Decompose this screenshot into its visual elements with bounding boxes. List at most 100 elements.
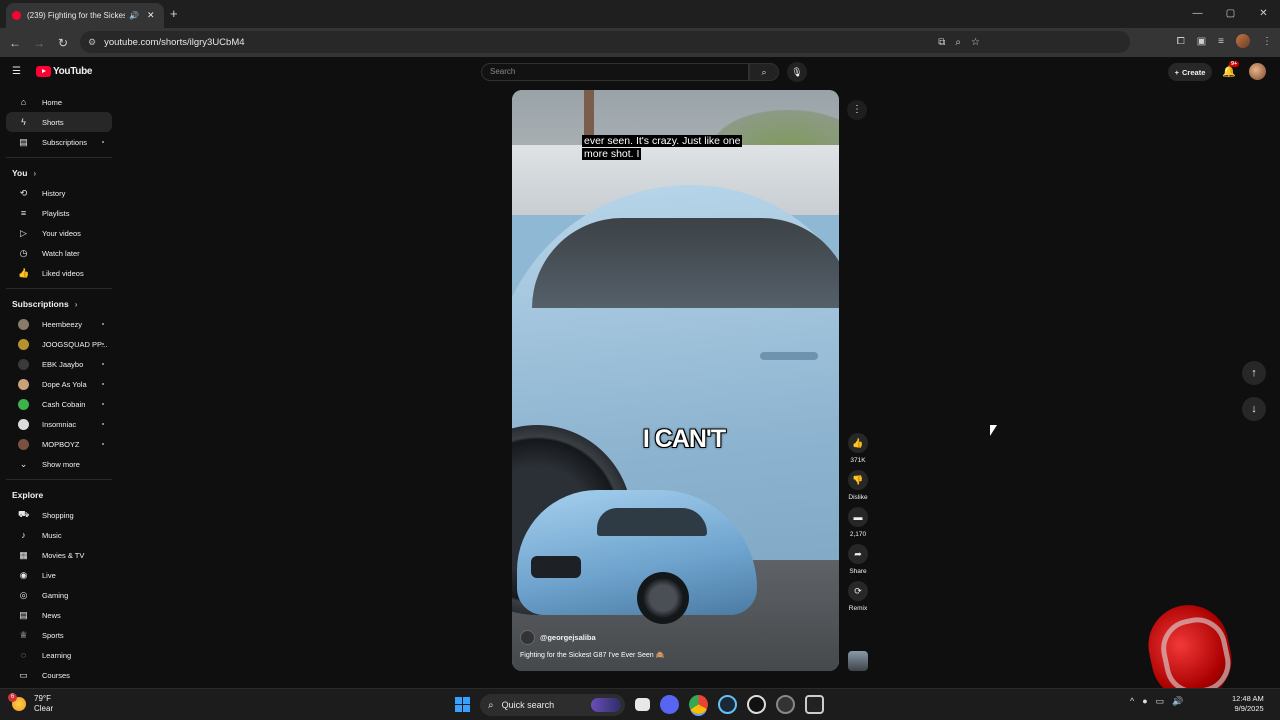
courses-icon: ▭ (19, 669, 28, 680)
menu-kebab-icon[interactable]: ⋮ (1262, 36, 1272, 47)
sidebar-item-subscriptions[interactable]: ▤ Subscriptions (6, 132, 112, 152)
omnibox-icons: ⧉ ⌕ ☆ (938, 31, 980, 53)
thumbs-down-icon[interactable]: 👎 (848, 470, 868, 490)
new-tab-button[interactable]: + (170, 6, 178, 21)
sidebar-item-label: Shopping (42, 510, 74, 520)
sidebar-sub-joogsquad[interactable]: JOOGSQUAD PP... (6, 334, 112, 354)
sidebar-sub-dope-as-yola[interactable]: Dope As Yola (6, 374, 112, 394)
new-content-dot (102, 443, 104, 445)
sidebar-item-history[interactable]: ⟲ History (6, 183, 112, 203)
zoom-icon[interactable]: ⌕ (955, 37, 961, 48)
browser-tab[interactable]: (239) Fighting for the Sickest G87 I've … (6, 3, 164, 28)
sidebar-sub-mopboyz[interactable]: MOPBOYZ (6, 434, 112, 454)
task-view-icon[interactable] (635, 698, 650, 711)
minimize-icon[interactable]: — (1181, 0, 1214, 28)
account-avatar[interactable] (1249, 63, 1266, 80)
share-arrow-icon[interactable]: ➦ (848, 544, 868, 564)
sidebar-item-shopping[interactable]: ⛟ Shopping (6, 505, 112, 525)
sidebar-item-news[interactable]: ▤ News (6, 605, 112, 625)
create-button[interactable]: + Create (1168, 63, 1212, 81)
sidebar-sub-insomniac[interactable]: Insomniac (6, 414, 112, 434)
maximize-icon[interactable]: ▢ (1214, 0, 1247, 28)
show-more-button[interactable]: ⌄ Show more (6, 454, 112, 474)
sidebar-item-shorts[interactable]: ϟ Shorts (6, 112, 112, 132)
chevron-down-icon: ⌄ (19, 458, 28, 469)
remix-action[interactable]: ⟳ Remix (842, 581, 874, 612)
previous-short-button[interactable]: ↑ (1242, 361, 1266, 385)
tray-app-icon[interactable]: ● (1142, 696, 1147, 707)
share-action[interactable]: ➦ Share (842, 544, 874, 575)
youtube-play-icon (36, 66, 51, 77)
sidebar-item-learning[interactable]: ◌ Learning (6, 645, 112, 665)
video-frame-car-window (532, 218, 839, 308)
sidebar-item-live[interactable]: ◉ Live (6, 565, 112, 585)
sidebar-item-gaming[interactable]: ◎ Gaming (6, 585, 112, 605)
short-title[interactable]: Fighting for the Sickest G87 I've Ever S… (520, 651, 664, 659)
side-panel-icon[interactable]: ▣ (1197, 36, 1206, 47)
sidebar-item-courses[interactable]: ▭ Courses (6, 665, 112, 685)
channel-link[interactable]: @georgejsaliba (520, 630, 596, 645)
speaker-icon[interactable]: 🔊 (129, 11, 139, 20)
chrome-icon[interactable] (689, 695, 708, 714)
obs-icon[interactable] (747, 695, 766, 714)
youtube-logo[interactable]: YouTube (36, 66, 93, 77)
sidebar-item-music[interactable]: ♪ Music (6, 525, 112, 545)
steam-icon[interactable] (718, 695, 737, 714)
sidebar-item-watch-later[interactable]: ◷ Watch later (6, 243, 112, 263)
reload-icon[interactable]: ↻ (51, 36, 75, 50)
media-controls-icon[interactable]: ≡ (1218, 36, 1224, 47)
comments-action[interactable]: ▬ 2,170 (842, 507, 874, 538)
close-tab-icon[interactable]: ✕ (147, 10, 155, 21)
sidebar-sub-heembeezy[interactable]: Heembeezy (6, 314, 112, 334)
chevron-up-icon[interactable]: ^ (1130, 696, 1134, 707)
close-window-icon[interactable]: ✕ (1247, 0, 1280, 28)
sidebar-sub-cash-cobain[interactable]: Cash Cobain (6, 394, 112, 414)
comment-icon[interactable]: ▬ (848, 507, 868, 527)
extensions-icon[interactable]: ⧠ (1177, 36, 1185, 47)
search-button[interactable]: ⌕ (749, 63, 779, 81)
sidebar-item-playlists[interactable]: ≡ Playlists (6, 203, 112, 223)
system-tray: ^ ● ▭ 🔊 (1130, 696, 1183, 707)
remix-icon[interactable]: ⟳ (848, 581, 868, 601)
sidebar-item-liked-videos[interactable]: 👍 Liked videos (6, 263, 112, 283)
weather-text: 79°F Clear (34, 694, 53, 714)
hamburger-menu-icon[interactable]: ☰ (12, 66, 21, 77)
back-icon[interactable]: ← (3, 36, 27, 50)
taskbar-search-label: Quick search (501, 700, 555, 710)
sidebar-item-sports[interactable]: ♕ Sports (6, 625, 112, 645)
search-input[interactable]: Search (481, 63, 749, 81)
sidebar-sub-ebk-jaaybo[interactable]: EBK Jaaybo (6, 354, 112, 374)
dislike-action[interactable]: 👎 Dislike (842, 470, 874, 501)
channel-avatar (18, 438, 29, 450)
install-app-icon[interactable]: ⧉ (938, 37, 945, 48)
weather-widget[interactable]: 6 79°F Clear (8, 693, 53, 714)
you-header[interactable]: You › (0, 163, 118, 183)
forward-icon[interactable]: → (27, 36, 51, 50)
video-frame-door-handle (760, 352, 818, 360)
shorts-player[interactable]: ever seen. It's crazy. Just like one mor… (512, 90, 839, 671)
notifications-button[interactable]: 🔔 9+ (1222, 61, 1240, 78)
like-action[interactable]: 👍 371K (842, 433, 874, 464)
sidebar-item-your-videos[interactable]: ▷ Your videos (6, 223, 112, 243)
network-icon[interactable]: ▭ (1156, 696, 1165, 707)
audio-source-thumbnail[interactable] (848, 651, 868, 671)
site-info-icon[interactable]: ⚙ (88, 37, 96, 48)
sidebar-item-movies-tv[interactable]: ▦ Movies & TV (6, 545, 112, 565)
thumbs-up-icon[interactable]: 👍 (848, 433, 868, 453)
next-short-button[interactable]: ↓ (1242, 397, 1266, 421)
taskbar-search[interactable]: ⌕ Quick search (480, 694, 625, 716)
taskbar-clock[interactable]: 12:48 AM 9/9/2025 (1232, 694, 1264, 714)
profile-avatar[interactable] (1236, 34, 1250, 48)
address-bar[interactable]: ⚙ youtube.com/shorts/ilgry3UCbM4 ⧉ ⌕ ☆ (80, 31, 1130, 53)
subscriptions-header[interactable]: Subscriptions › (0, 294, 118, 314)
voice-search-button[interactable]: 🎙 (787, 62, 807, 82)
live-icon: ◉ (19, 569, 28, 580)
discord-icon[interactable] (660, 695, 679, 714)
app-icon[interactable] (805, 695, 824, 714)
start-button[interactable] (455, 697, 470, 712)
sidebar-item-home[interactable]: ⌂ Home (6, 92, 112, 112)
more-actions-button[interactable]: ⋮ (847, 100, 867, 120)
bookmark-star-icon[interactable]: ☆ (971, 37, 980, 48)
volume-icon[interactable]: 🔊 (1172, 696, 1183, 707)
capture-app-icon[interactable] (776, 695, 795, 714)
